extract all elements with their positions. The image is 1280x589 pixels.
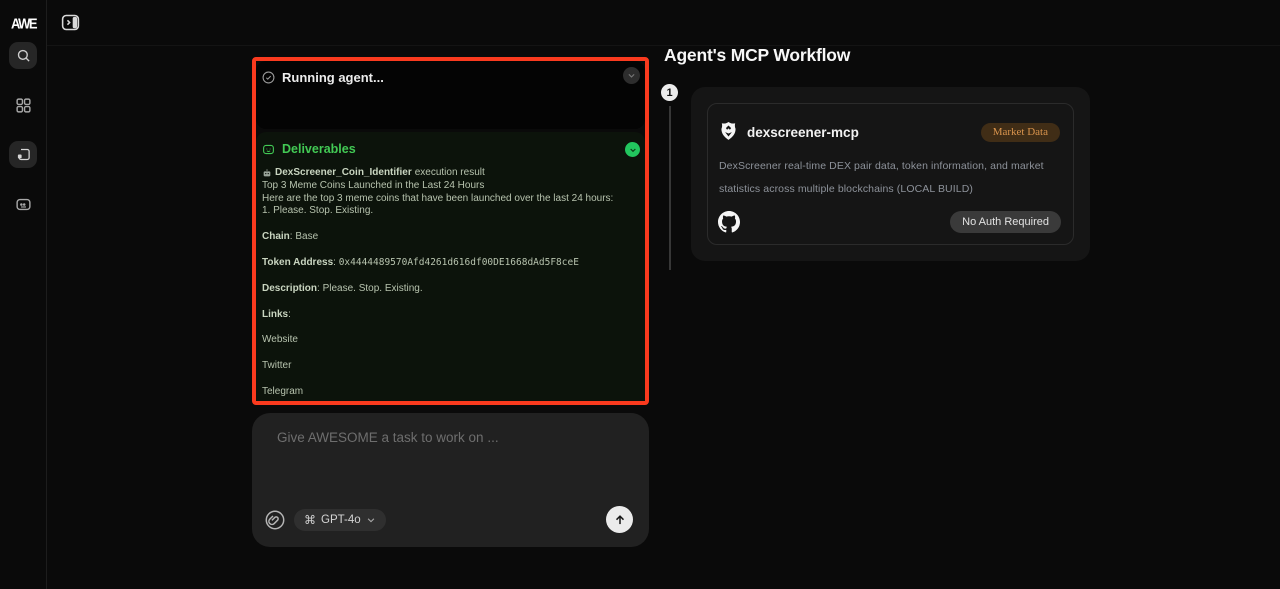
attach-button[interactable] [263, 508, 287, 532]
description-value: : Please. Stop. Existing. [317, 283, 423, 294]
wallet-button[interactable] [14, 195, 33, 214]
deliverables-panel: Deliverables DexScreener_Coin_Identifier [256, 132, 645, 401]
grid-icon [15, 97, 32, 114]
report-intro: Here are the top 3 meme coins that have … [262, 193, 635, 206]
tool-name: DexScreener_Coin_Identifier [275, 167, 412, 180]
mcp-description: DexScreener real-time DEX pair data, tok… [719, 155, 1065, 201]
deliverables-report: DexScreener_Coin_Identifier execution re… [256, 156, 645, 399]
dexscreener-logo-icon [719, 122, 738, 142]
description-field: Description: Please. Stop. Existing. [262, 283, 635, 296]
sidebar-toggle-button[interactable] [60, 12, 81, 33]
chevron-down-icon [627, 71, 636, 80]
execution-result-line: DexScreener_Coin_Identifier execution re… [262, 167, 635, 180]
report-heading: Top 3 Meme Coins Launched in the Last 24… [262, 180, 635, 193]
chain-value: : Base [290, 231, 318, 242]
step-connector-line [669, 106, 671, 270]
running-agent-panel: Running agent... [256, 61, 645, 129]
category-badge: Market Data [981, 123, 1060, 142]
arrow-up-icon [613, 513, 627, 527]
check-circle-icon [262, 71, 275, 84]
links-colon: : [288, 309, 291, 320]
command-icon: ⌘ [304, 513, 316, 527]
step-badge: 1 [661, 84, 678, 101]
description-label: Description [262, 283, 317, 294]
bot-face-icon [262, 143, 275, 156]
mcp-card-container: dexscreener-mcp Market Data DexScreener … [691, 87, 1090, 261]
composer-toolbar: ⌘ GPT-4o [263, 506, 633, 533]
mcp-card-header: dexscreener-mcp Market Data [719, 122, 1060, 142]
deliverables-header: Deliverables [256, 132, 645, 156]
report-item: 1. Please. Stop. Existing. [262, 205, 635, 218]
github-link[interactable] [718, 211, 740, 233]
chain-field: Chain: Base [262, 231, 635, 244]
links-field: Links: [262, 309, 635, 322]
card-icon [15, 196, 32, 213]
github-icon [718, 211, 740, 233]
apps-button[interactable] [14, 96, 33, 115]
search-icon [16, 48, 31, 63]
link-website[interactable]: Website [262, 334, 635, 347]
token-address-field: Token Address: 0x4444489570Afd4261d616df… [262, 257, 635, 270]
mcp-card-footer: No Auth Required [718, 210, 1061, 234]
task-composer: ⌘ GPT-4o [252, 413, 649, 547]
send-button[interactable] [606, 506, 633, 533]
tool-suffix: execution result [415, 167, 485, 180]
chats-button[interactable] [9, 141, 37, 168]
running-agent-title: Running agent... [282, 70, 384, 85]
chevron-down-icon [366, 515, 376, 525]
running-agent-header: Running agent... [256, 61, 645, 85]
search-button[interactable] [9, 42, 37, 69]
sidebar-toggle-icon [60, 12, 81, 33]
chevron-down-icon [629, 146, 637, 154]
workflow-title: Agent's MCP Workflow [664, 45, 850, 66]
awe-logo: AWE [0, 15, 47, 32]
mcp-name: dexscreener-mcp [747, 125, 859, 140]
model-label: GPT-4o [321, 514, 361, 526]
token-value: 0x4444489570Afd4261d616df00DE1668dAd5F8c… [339, 257, 579, 268]
task-input[interactable] [252, 413, 649, 499]
topbar [47, 0, 1280, 46]
token-label: Token Address [262, 257, 333, 268]
collapse-running-button[interactable] [623, 67, 640, 84]
chat-icon [16, 147, 31, 162]
link-telegram[interactable]: Telegram [262, 386, 635, 399]
sidebar: AWE [0, 0, 47, 589]
model-selector[interactable]: ⌘ GPT-4o [294, 509, 386, 531]
chain-label: Chain [262, 231, 290, 242]
collapse-deliverables-button[interactable] [625, 142, 640, 157]
link-twitter[interactable]: Twitter [262, 360, 635, 373]
deliverables-title: Deliverables [282, 142, 356, 156]
agent-output-highlight: Running agent... Deliverables [252, 57, 649, 405]
links-label: Links [262, 309, 288, 320]
auth-badge: No Auth Required [950, 211, 1061, 233]
mcp-card[interactable]: dexscreener-mcp Market Data DexScreener … [707, 103, 1074, 245]
paperclip-circle-icon [264, 509, 286, 531]
robot-icon [262, 168, 272, 178]
